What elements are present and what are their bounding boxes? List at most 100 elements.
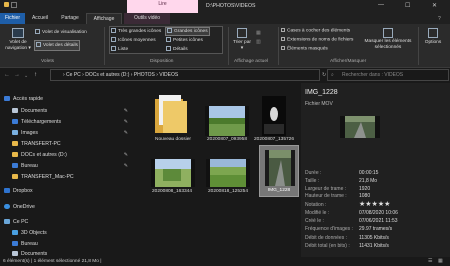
nav-ce-pc[interactable]: Ce PC <box>4 219 28 225</box>
layout-label: Très grandes icônes <box>118 28 162 34</box>
nav-label: 3D Objects <box>21 230 47 236</box>
checkbox-icon <box>281 28 285 32</box>
tab-outils-video[interactable]: Outils vidéo <box>124 13 170 24</box>
prop-modifie: Modifié le : 07/08/2020 10:06 <box>305 210 445 216</box>
prop-largeur: Largeur de trame : 1920 <box>305 186 445 192</box>
recent-dropdown-icon[interactable]: ⌄ <box>24 73 28 79</box>
forward-arrow-icon[interactable]: → <box>14 72 20 78</box>
file-20200808-163344[interactable] <box>151 159 195 187</box>
group-disposition: Disposition <box>150 59 174 64</box>
prop-key: Débit de données : <box>305 235 347 241</box>
checkbox-elements-masques[interactable]: Éléments masqués <box>281 46 328 52</box>
address-bar[interactable]: › Ce PC › DOCs et autres (D:) › PHOTOS ›… <box>50 69 320 81</box>
context-tab-lire: Lire <box>127 0 198 13</box>
desktop-icon <box>12 163 18 169</box>
group-by-icon[interactable]: ▦ <box>256 31 261 37</box>
search-input[interactable]: Rechercher dans : VIDEOS <box>327 69 449 81</box>
nav-label: TRANSFERT-PC <box>21 141 61 147</box>
layout-petites-icones[interactable]: Petites icônes <box>166 37 203 44</box>
volet-details-button[interactable]: Volet des détails <box>34 40 80 51</box>
nav-transfert-pc[interactable]: TRANSFERT-PC <box>12 141 61 147</box>
rating-stars[interactable]: ★★★★★ <box>359 200 390 208</box>
nav-transfert-mac-pc[interactable]: TRANSFERT_Mac-PC <box>12 174 74 180</box>
file-20200807-135726[interactable] <box>262 96 286 136</box>
dropbox-icon <box>4 188 10 194</box>
star-icon <box>4 96 10 102</box>
file-img-1228-selected[interactable]: IMG_1228 <box>259 145 299 197</box>
layout-details[interactable]: Détails <box>166 46 188 53</box>
layout-liste[interactable]: Liste <box>111 46 128 53</box>
large-icons-view-icon[interactable]: ▦ <box>438 258 443 264</box>
options-label: Options <box>424 40 442 45</box>
nav-acces-rapide[interactable]: Accès rapide <box>4 96 43 102</box>
images-icon <box>12 130 18 136</box>
help-icon[interactable]: ? <box>438 16 441 22</box>
file-20200818-125254[interactable] <box>206 159 250 187</box>
breadcrumb: › Ce PC › DOCs et autres (D:) › PHOTOS ›… <box>63 72 179 78</box>
video-thumbnail <box>262 96 286 136</box>
nav-docs-et-autres[interactable]: DOCs et autres (D:) ✎ <box>12 152 130 158</box>
tab-accueil[interactable]: Accueil <box>27 13 53 24</box>
pin-icon: ✎ <box>123 163 128 169</box>
pin-icon: ✎ <box>123 152 128 158</box>
search-icon: ⌕ <box>331 72 334 78</box>
3d-objects-icon <box>12 230 18 236</box>
layout-label: Liste <box>118 46 129 52</box>
volet-navigation-label: Volet de navigation ▾ <box>5 40 31 51</box>
layout-grandes-icones[interactable]: Grandes icônes <box>165 27 210 36</box>
prop-value: 07/06/2021 11:53 <box>359 218 398 224</box>
nav-images[interactable]: Images ✎ <box>12 130 130 136</box>
list-icon <box>111 46 116 51</box>
checkbox-icon <box>281 46 285 50</box>
details-pane-icon <box>36 42 41 47</box>
nav-bureau-pinned[interactable]: Bureau ✎ <box>12 163 130 169</box>
up-arrow-icon[interactable]: ↑ <box>34 72 37 78</box>
prop-value: 11305 Kbits/s <box>359 235 389 241</box>
trier-par-button[interactable]: Trier par ▾ <box>232 28 252 51</box>
file-20200807-093958[interactable] <box>205 106 249 136</box>
tab-affichage[interactable]: Affichage <box>86 13 122 24</box>
group-separator <box>418 27 419 65</box>
prop-value: 00:00:15 <box>359 170 379 176</box>
prop-duree: Durée : 00:00:15 <box>305 170 445 176</box>
nav-telechargements[interactable]: Téléchargements ✎ <box>12 119 130 125</box>
nav-3d-objects[interactable]: 3D Objects <box>12 230 47 236</box>
window-title: D:\PHOTOS\VIDEOS <box>206 3 256 9</box>
volet-navigation-button[interactable]: Volet de navigation ▾ <box>3 28 33 51</box>
trier-par-label: Trier par ▾ <box>233 40 251 51</box>
quick-access-icon[interactable] <box>11 2 17 8</box>
file-label: Nouveau dossier <box>155 137 191 142</box>
back-arrow-icon[interactable]: ← <box>4 72 10 78</box>
checkbox-extensions[interactable]: Extensions de noms de fichiers <box>281 37 353 43</box>
nav-bureau[interactable]: Bureau <box>12 241 38 247</box>
refresh-icon[interactable]: ↻ <box>322 72 326 78</box>
prop-key: Notation : <box>305 202 327 208</box>
add-columns-icon[interactable]: ▥ <box>256 40 261 46</box>
file-label: 20200807_093958 <box>206 137 248 142</box>
nav-dropbox[interactable]: Dropbox <box>4 188 33 194</box>
tab-partage[interactable]: Partage <box>56 13 84 24</box>
masquer-elements-button[interactable]: Masquer les éléments sélectionnés <box>360 28 416 50</box>
maximize-button[interactable]: ☐ <box>405 2 410 9</box>
prop-key: Créé le : <box>305 218 324 224</box>
details-view-icon[interactable]: ☰ <box>428 258 432 264</box>
large-icons-icon <box>167 28 172 33</box>
video-preview <box>345 116 375 138</box>
close-button[interactable]: ✕ <box>432 2 437 9</box>
tab-fichier[interactable]: Fichier <box>0 13 25 24</box>
pin-icon: ✎ <box>123 119 128 125</box>
minimize-button[interactable]: — <box>378 2 384 8</box>
layout-label: Petites icônes <box>173 37 203 43</box>
nav-onedrive[interactable]: OneDrive <box>4 204 35 210</box>
layout-label: Icônes moyennes <box>118 37 156 43</box>
nav-documents[interactable]: Documents ✎ <box>12 108 130 114</box>
volet-visualisation-button[interactable]: Volet de visualisation <box>35 29 87 36</box>
options-button[interactable]: Options <box>420 28 446 46</box>
checkbox-cases-a-cocher[interactable]: Cases à cocher des éléments <box>281 28 350 34</box>
layout-tres-grandes-icones[interactable]: Très grandes icônes <box>111 28 161 35</box>
layout-icones-moyennes[interactable]: Icônes moyennes <box>111 37 156 44</box>
file-label: 20200807_135726 <box>253 137 295 142</box>
folder-icon[interactable] <box>4 2 9 7</box>
file-nouveau-dossier[interactable] <box>153 93 193 135</box>
prop-value: 29.97 trames/s <box>359 226 393 232</box>
